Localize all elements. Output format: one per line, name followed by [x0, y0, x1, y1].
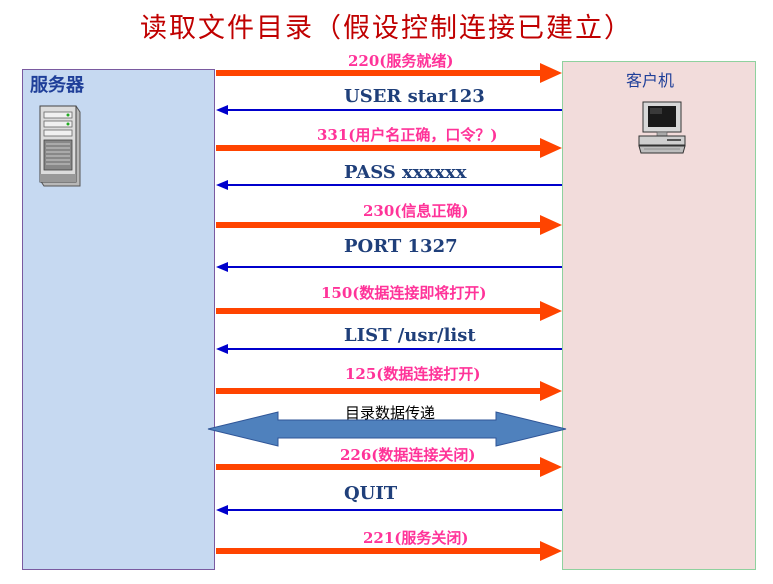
arrow-server-to-client [216, 381, 562, 401]
client-command-label: QUIT [344, 483, 398, 504]
client-command-label: USER star123 [344, 86, 485, 107]
transfer-label: 目录数据传递 [345, 404, 436, 422]
client-command-label: PASS xxxxxx [344, 162, 467, 183]
client-command-label: PORT 1327 [344, 236, 458, 257]
arrow-client-to-server [216, 505, 562, 515]
client-command-label: LIST /usr/list [344, 325, 476, 346]
server-reply-label: 150(数据连接即将打开) [321, 284, 487, 302]
server-reply-label: 125(数据连接打开) [345, 365, 481, 383]
server-reply-label: 230(信息正确) [363, 202, 469, 220]
arrow-server-to-client [216, 301, 562, 321]
server-reply-label: 226(数据连接关闭) [340, 446, 476, 464]
server-reply-label: 331(用户名正确，口令？) [317, 126, 498, 144]
arrow-client-to-server [216, 262, 562, 272]
server-reply-label: 220(服务就绪) [348, 52, 454, 70]
server-reply-label: 221(服务关闭) [363, 529, 469, 547]
